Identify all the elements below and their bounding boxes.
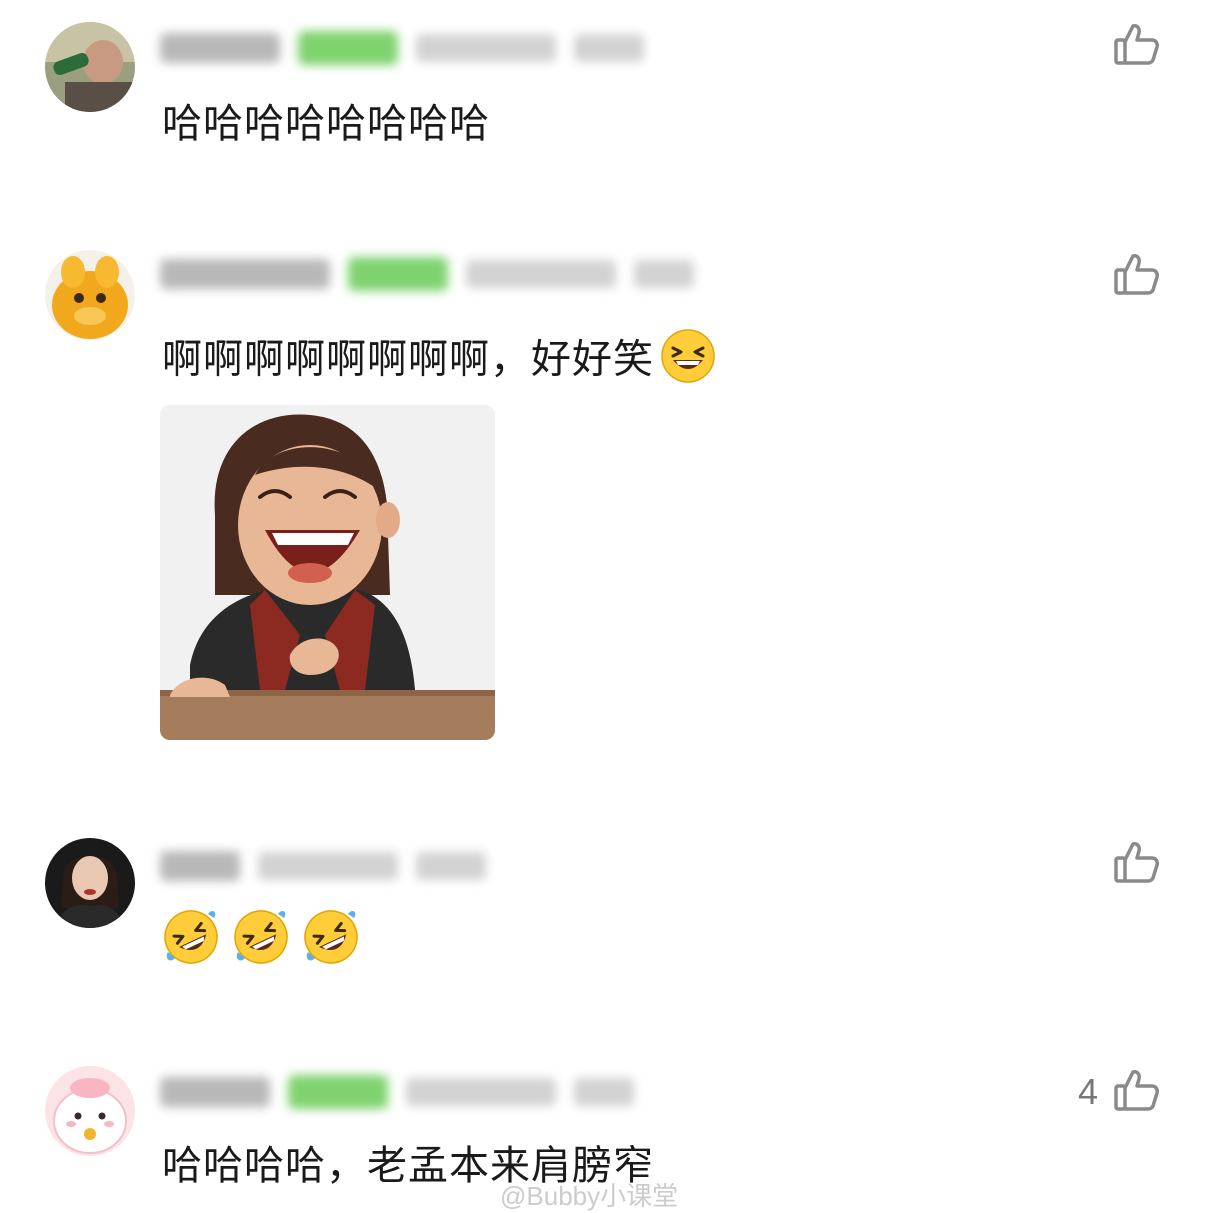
laugh-emoji-icon [660,328,716,395]
thumbs-up-icon [1112,20,1160,72]
rofl-emoji-icon [302,908,360,970]
avatar[interactable] [45,838,135,928]
thumbs-up-icon [1112,250,1160,302]
comment-meta-blurred [160,252,694,296]
avatar[interactable] [45,22,135,112]
like-button[interactable] [1098,250,1160,302]
like-button[interactable]: 4 [1078,1066,1160,1118]
comment-text: 啊啊啊啊啊啊啊啊，好好笑 [162,328,716,395]
thumbs-up-icon [1112,838,1160,890]
comment-meta-blurred [160,26,644,70]
rofl-emoji-icon [232,908,290,970]
comment-meta-blurred [160,844,486,888]
sticker-image[interactable] [160,405,495,740]
like-button[interactable] [1098,838,1160,890]
comment-text: 哈哈哈哈哈哈哈哈 [162,101,490,147]
rofl-emoji-icon [162,908,220,970]
comment-text-content: 啊啊啊啊啊啊啊啊，好好笑 [162,336,654,383]
watermark: @Bubby小课堂 [500,1181,679,1211]
thumbs-up-icon [1112,1066,1160,1118]
avatar[interactable] [45,1066,135,1156]
comment-emoji-row [162,908,360,970]
comment-meta-blurred [160,1070,634,1114]
like-button[interactable] [1098,20,1160,72]
avatar[interactable] [45,250,135,340]
like-count: 4 [1077,1071,1098,1112]
